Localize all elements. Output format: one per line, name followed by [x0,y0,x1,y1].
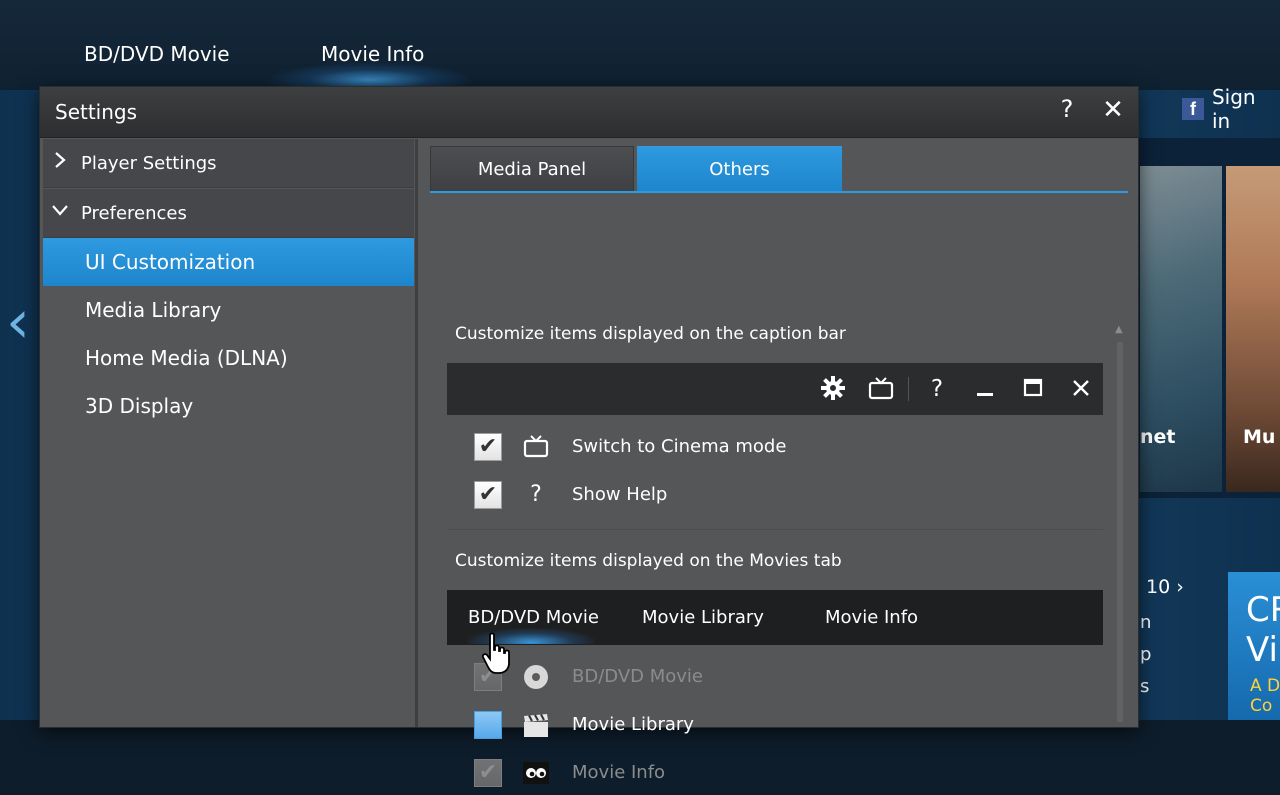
facebook-sign-in[interactable]: f Sign in [1138,85,1280,133]
caption-section-title: Customize items displayed on the caption… [455,324,846,344]
tab-media-panel[interactable]: Media Panel [430,146,634,192]
promo-banner-title: CR Vi [1246,590,1280,670]
minimize-icon [971,375,999,403]
side-text: p [1140,644,1152,665]
page-indicator[interactable]: 10 › [1146,576,1184,598]
option-switch-cinema-mode: ✔ Switch to Cinema mode [474,433,874,465]
cinema-mode-checkbox[interactable]: ✔ [474,433,502,461]
clapperboard-icon [522,711,550,739]
movies-section-title: Customize items displayed on the Movies … [455,551,842,571]
gear-icon [819,375,847,403]
chevron-down-icon [51,200,69,224]
movies-tab-bd-dvd-movie: BD/DVD Movie [468,607,599,628]
movies-tab-bar-preview: BD/DVD Movie Movie Library Movie Info [447,590,1103,645]
app-tab-bd-dvd-movie[interactable]: BD/DVD Movie [84,42,230,66]
movies-tab-movie-library: Movie Library [642,607,764,628]
maximize-icon [1019,375,1047,403]
option-movie-info: ✔ Movie Info [474,759,874,791]
tab-underline [430,191,1128,193]
option-bd-dvd-movie: ✔ BD/DVD Movie [474,663,874,695]
settings-dialog: Settings ? ✕ Player Settings Preferences… [40,87,1138,787]
tab-others[interactable]: Others [637,146,842,192]
hand-cursor-icon [480,632,514,676]
option-label: Movie Library [572,714,694,735]
caption-bar-preview: ? [447,363,1103,415]
nav-item-label: Home Media (DLNA) [85,346,288,370]
tv-icon [522,433,550,461]
scroll-up-icon[interactable]: ▲ [1115,324,1123,335]
nav-section-preferences[interactable]: Preferences [43,189,414,238]
option-movie-library: Movie Library [474,711,874,743]
chevron-right-icon [51,150,69,174]
nav-item-home-media-dlna[interactable]: Home Media (DLNA) [43,334,414,382]
nav-item-label: Media Library [85,298,222,322]
nav-item-ui-customization[interactable]: UI Customization [43,238,414,286]
disc-icon [522,663,550,691]
promo-banner-subtitle: A D Co [1250,676,1280,716]
close-icon [1067,375,1095,403]
nav-item-3d-display[interactable]: 3D Display [43,382,414,430]
sign-in-label: Sign in [1211,85,1256,133]
tv-icon [867,375,895,403]
movies-tab-movie-info: Movie Info [825,607,919,628]
settings-nav: Player Settings Preferences UI Customiza… [43,139,414,727]
content-scrollbar[interactable]: ▲ [1115,324,1125,724]
side-text: n [1140,612,1152,633]
help-icon: ? [930,376,944,402]
option-label: BD/DVD Movie [572,666,703,687]
help-icon: ? [530,482,542,507]
option-label: Movie Info [572,762,666,783]
caption-bar-divider [908,377,909,401]
dialog-header: Settings ? ✕ [40,87,1138,138]
option-show-help: ✔ ? Show Help [474,481,874,513]
nav-item-label: 3D Display [85,394,194,418]
app-tab-movie-info[interactable]: Movie Info [321,42,424,66]
option-label: Show Help [572,484,668,505]
section-divider [447,529,1103,530]
eyes-icon [522,759,550,787]
close-icon[interactable]: ✕ [1100,95,1126,125]
scrollbar-track[interactable] [1117,342,1123,722]
option-label: Switch to Cinema mode [572,436,787,457]
show-help-checkbox[interactable]: ✔ [474,481,502,509]
side-text: s [1140,676,1150,697]
movie-caption: Mu [1243,426,1276,448]
nav-section-label: Preferences [81,203,187,224]
help-icon[interactable]: ? [1056,95,1078,123]
dialog-title: Settings [55,100,138,124]
movie-caption: net [1140,426,1176,448]
movie-info-checkbox: ✔ [474,759,502,787]
nav-section-player-settings[interactable]: Player Settings [43,139,414,188]
nav-item-media-library[interactable]: Media Library [43,286,414,334]
movie-library-checkbox[interactable] [474,711,502,739]
facebook-icon: f [1182,98,1204,120]
settings-content: Media Panel Others Customize items displ… [418,139,1138,787]
nav-section-label: Player Settings [81,153,217,174]
nav-item-label: UI Customization [85,250,256,274]
